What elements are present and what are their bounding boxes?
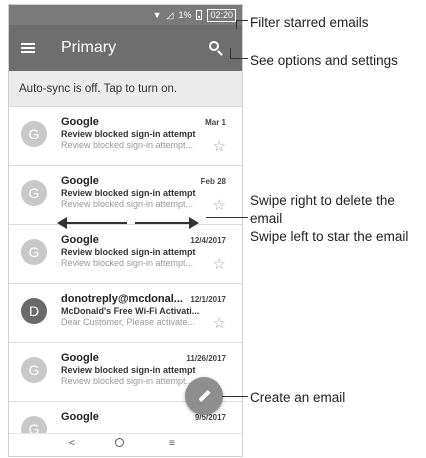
system-nav-bar: < ≡ <box>9 433 242 456</box>
callout-line-filter-h <box>236 20 248 21</box>
email-sender: Google <box>61 175 99 187</box>
email-preview: Review blocked sign-in attempt... <box>61 199 194 209</box>
email-date: Mar 1 <box>205 118 226 127</box>
callout-create-email: Create an email <box>250 390 346 405</box>
email-preview: Review blocked sign-in attempt... <box>61 140 194 150</box>
star-icon[interactable]: ☆ <box>213 196 226 214</box>
email-sender: Google <box>61 116 99 128</box>
email-subject: Review blocked sign-in attempt <box>61 365 196 375</box>
email-subject: Review blocked sign-in attempt <box>61 188 196 198</box>
email-subject: McDonald's Free Wi-Fi Activati... <box>61 306 200 316</box>
email-sender: Google <box>61 234 99 246</box>
battery-percent: 1% <box>178 10 192 20</box>
callout-swipe-left: Swipe left to star the email <box>250 229 409 244</box>
swipe-left-arrow-icon <box>57 217 127 229</box>
callout-swipe-right: Swipe right to delete the <box>250 193 395 208</box>
callout-options-settings: See options and settings <box>250 53 398 68</box>
status-time: 02:20 <box>207 8 236 22</box>
home-icon[interactable] <box>115 438 124 447</box>
list-item[interactable]: G Google Mar 1 Review blocked sign-in at… <box>9 107 242 166</box>
avatar: G <box>21 357 47 383</box>
signal-icon: ◿ <box>166 9 174 20</box>
star-icon[interactable]: ☆ <box>213 137 226 155</box>
email-date: Feb 28 <box>200 177 226 186</box>
callout-line-create <box>222 396 248 397</box>
app-bar: Primary <box>9 25 242 71</box>
back-icon[interactable]: < <box>69 438 75 449</box>
email-sender: Google <box>61 411 99 423</box>
avatar: D <box>21 298 47 324</box>
avatar: G <box>21 121 47 147</box>
callout-line-swipe <box>206 217 248 218</box>
wifi-icon: ▼ <box>152 10 162 20</box>
avatar: G <box>21 239 47 265</box>
star-icon[interactable]: ☆ <box>213 314 226 332</box>
email-preview: Review blocked sign-in attempt... <box>61 258 194 268</box>
menu-icon[interactable] <box>21 43 35 53</box>
auto-sync-banner[interactable]: Auto-sync is off. Tap to turn on. <box>9 71 242 107</box>
swipe-right-arrow-icon <box>135 217 199 229</box>
page-title: Primary <box>61 39 117 56</box>
list-item[interactable]: D donotreply@mcdonal... 12/1/2017 McDona… <box>9 284 242 343</box>
email-subject: Review blocked sign-in attempt <box>61 129 196 139</box>
search-icon[interactable] <box>209 41 219 51</box>
avatar: G <box>21 180 47 206</box>
phone-screen: ▼ ◿ 1% 02:20 Primary Auto-sync is off. T… <box>8 4 243 457</box>
callout-line-options-v <box>230 48 231 58</box>
pencil-icon <box>198 389 211 403</box>
status-bar: ▼ ◿ 1% 02:20 <box>9 5 242 25</box>
star-icon[interactable]: ☆ <box>213 255 226 273</box>
email-date: 11/26/2017 <box>186 354 226 363</box>
email-preview: Review blocked sign-in attempt... <box>61 376 194 386</box>
battery-icon <box>196 10 203 20</box>
email-date: 12/4/2017 <box>190 236 226 245</box>
list-item[interactable]: G Google 12/4/2017 Review blocked sign-i… <box>9 225 242 284</box>
compose-button[interactable] <box>185 377 223 415</box>
callout-swipe-right-2: email <box>250 211 283 226</box>
callout-filter-starred: Filter starred emails <box>250 15 369 30</box>
email-preview: Dear Customer, Please activate... <box>61 317 196 327</box>
email-sender: Google <box>61 352 99 364</box>
recent-apps-icon[interactable]: ≡ <box>169 438 175 449</box>
email-subject: Review blocked sign-in attempt <box>61 247 196 257</box>
callout-line-options-h <box>230 58 248 59</box>
callout-line-filter-v <box>236 20 237 29</box>
email-date: 12/1/2017 <box>190 295 226 304</box>
email-sender: donotreply@mcdonal... <box>61 293 183 305</box>
